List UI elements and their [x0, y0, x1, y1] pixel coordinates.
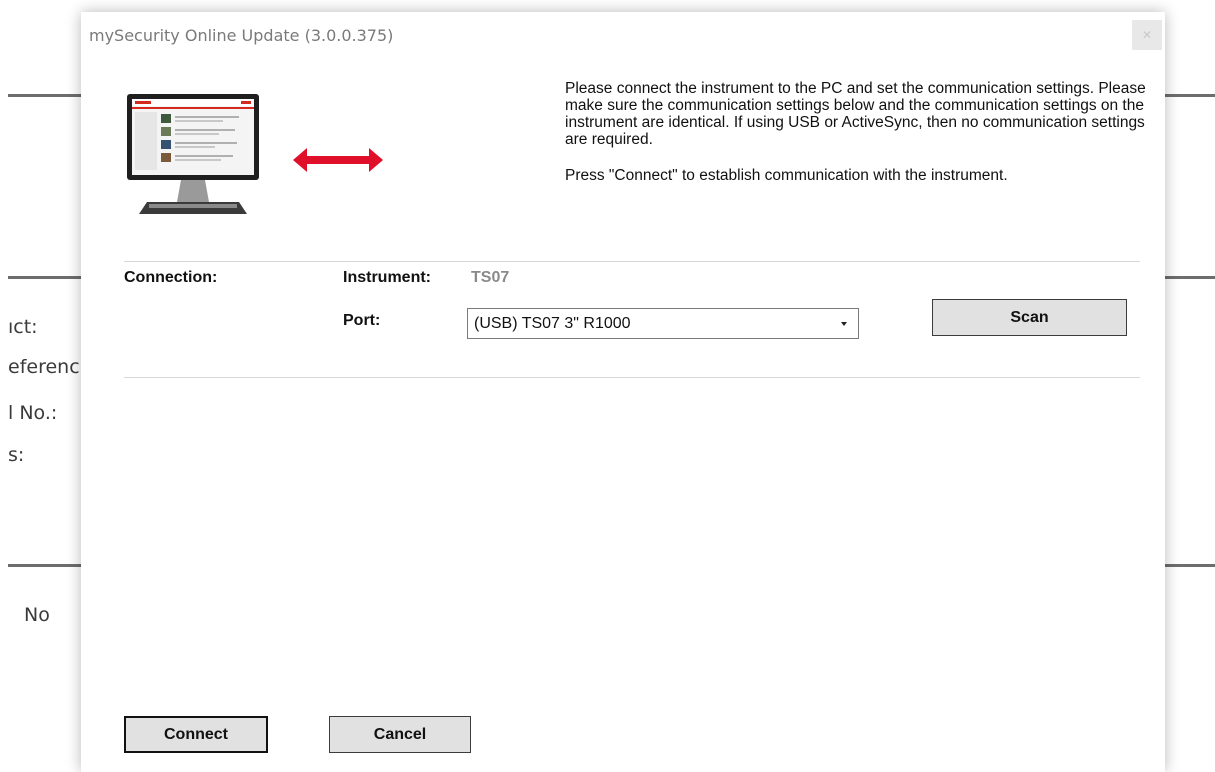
background-divider: [1165, 276, 1215, 279]
section-divider: [124, 261, 1140, 262]
dialog-title: mySecurity Online Update (3.0.0.375): [89, 26, 394, 45]
background-label: s:: [8, 444, 25, 466]
scan-button[interactable]: Scan: [932, 299, 1127, 336]
pc-connection-illustration: [127, 94, 383, 214]
cancel-button[interactable]: Cancel: [329, 716, 471, 753]
background-divider: [1165, 564, 1215, 567]
background-label: No: [24, 604, 50, 626]
background-divider: [8, 276, 82, 279]
instructions-paragraph: Please connect the instrument to the PC …: [565, 80, 1146, 148]
background-divider: [1165, 94, 1215, 97]
online-update-dialog: mySecurity Online Update (3.0.0.375) ✕ P…: [81, 12, 1165, 772]
background-label: ıct:: [8, 316, 38, 338]
section-divider: [124, 377, 1140, 378]
close-button[interactable]: ✕: [1132, 20, 1162, 50]
connection-label: Connection:: [124, 269, 218, 286]
instructions-paragraph: Press "Connect" to establish communicati…: [565, 167, 1008, 184]
dropdown-arrow-icon: [841, 322, 847, 326]
background-divider: [8, 564, 82, 567]
instructions-text: Please connect the instrument to the PC …: [565, 80, 1155, 203]
background-label: eferenc: [8, 356, 80, 378]
port-label: Port:: [343, 312, 381, 329]
background-label: l No.:: [8, 402, 58, 424]
port-selected-value: (USB) TS07 3" R1000: [474, 315, 631, 332]
monitor-icon: [127, 94, 259, 214]
double-arrow-icon: [293, 148, 383, 172]
port-dropdown[interactable]: (USB) TS07 3" R1000: [467, 308, 859, 339]
connect-button[interactable]: Connect: [124, 716, 268, 753]
instrument-label: Instrument:: [343, 269, 431, 286]
background-divider: [8, 94, 82, 97]
instrument-value: TS07: [471, 269, 510, 286]
close-icon: ✕: [1141, 28, 1153, 42]
